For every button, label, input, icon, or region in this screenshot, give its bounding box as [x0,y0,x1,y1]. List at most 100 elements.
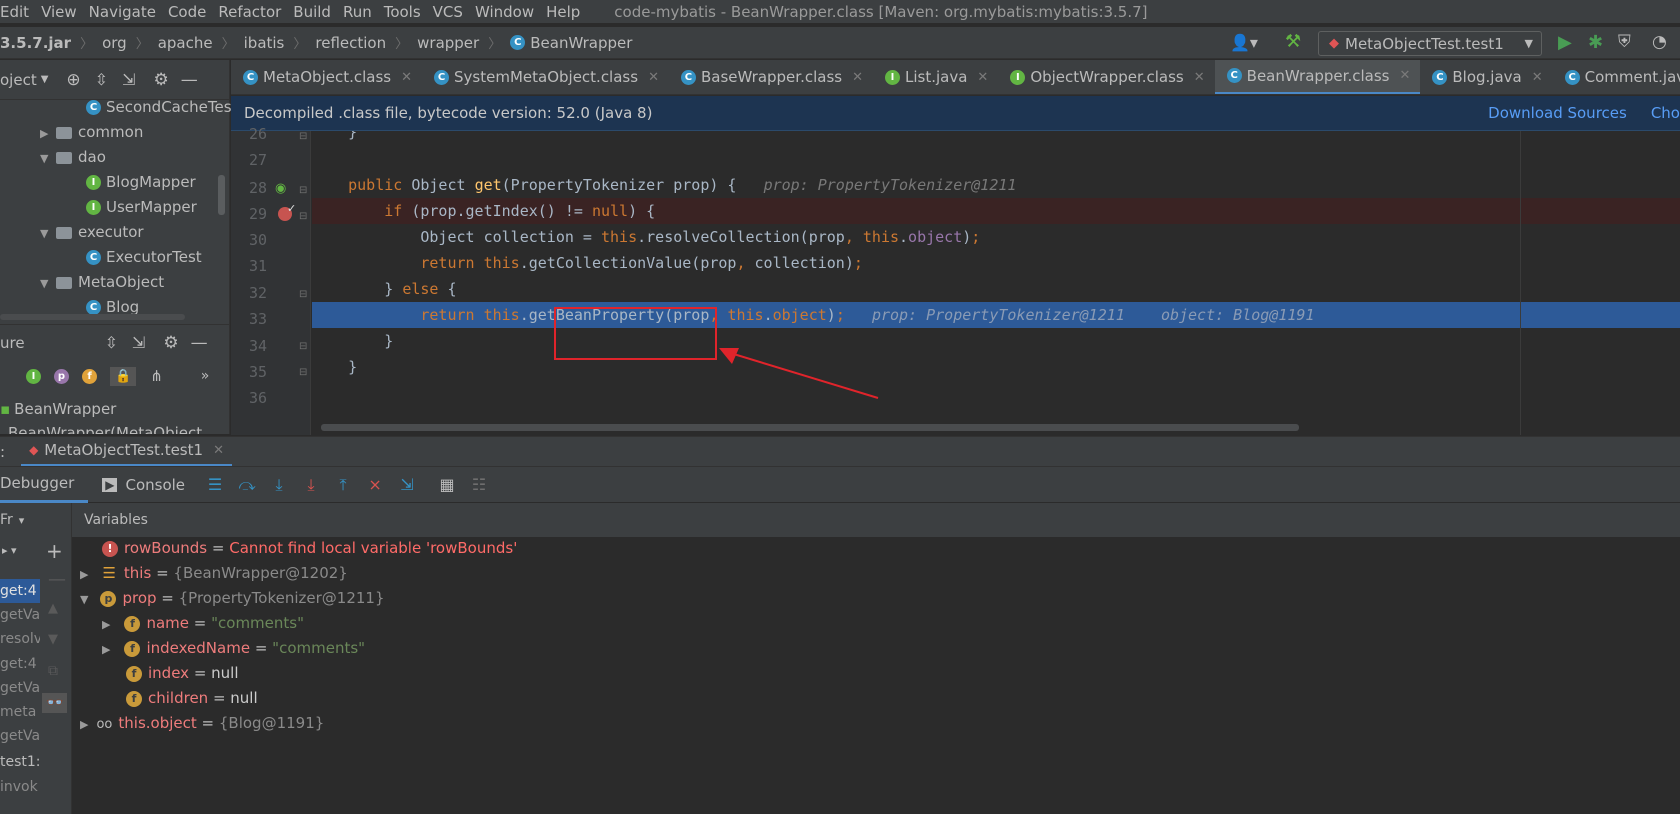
drop-frame-icon[interactable]: ⨯ [363,473,387,497]
profiler-icon[interactable]: ◔ [1652,32,1667,52]
trace-icon[interactable]: ☷ [467,473,491,497]
show-execution-point-icon[interactable]: ⤼ [235,473,259,497]
minimize-icon[interactable]: — [181,70,198,90]
fold-icon[interactable]: ⊟ [299,341,307,352]
properties-icon[interactable]: p [54,368,69,384]
variable-row[interactable]: ▼ p prop = {PropertyTokenizer@1211} [80,589,385,607]
download-sources-link[interactable]: Download Sources [1488,104,1627,122]
variable-row[interactable]: ▶ ☰ this = {BeanWrapper@1202} [80,564,348,582]
expand-all-icon[interactable]: ⇳ [95,70,108,89]
chevron-right-icon[interactable]: ▶ [102,643,110,656]
breadcrumb-org[interactable]: org [102,34,127,52]
step-into-icon[interactable]: ⤓ [299,473,323,497]
step-out-icon[interactable]: ⤒ [331,473,355,497]
frame-item[interactable]: getVa [0,724,40,748]
expand-all-icon[interactable]: ⇳ [105,333,118,352]
tree-item-executor[interactable]: ▼ executor [40,223,144,241]
chevron-down-icon[interactable]: ▼ [80,593,88,606]
tree-item-usermapper[interactable]: I UserMapper [86,198,197,216]
menu-run[interactable]: Run [343,3,372,21]
glasses-icon[interactable]: 👓 [42,693,68,713]
fold-icon[interactable]: ⊟ [299,367,307,378]
chevron-right-icon[interactable]: ▶ [80,568,88,581]
tab-metaobject-class[interactable]: C MetaObject.class ✕ [231,60,422,94]
menu-edit[interactable]: Edit [0,3,29,21]
fold-icon[interactable]: ⊟ [299,185,307,196]
chevron-right-icon[interactable]: ▶ [102,618,110,631]
tree-item-blogmapper[interactable]: I BlogMapper [86,173,196,191]
tree-item-common[interactable]: ▶ common [40,123,143,141]
menu-view[interactable]: View [41,3,77,21]
chevron-down-icon[interactable]: ▼ [41,74,49,85]
tab-beanwrapper-class[interactable]: C BeanWrapper.class ✕ [1214,60,1421,94]
variable-row[interactable]: f children = null [126,689,258,707]
debug-session-tab[interactable]: ◆ MetaObjectTest.test1 ✕ [21,437,232,467]
tab-basewrapper-class[interactable]: C BaseWrapper.class ✕ [669,60,873,94]
frame-item-selected[interactable]: get:4 [0,579,40,603]
menu-tools[interactable]: Tools [384,3,421,21]
project-scrollbar[interactable] [218,175,225,215]
close-icon[interactable]: ✕ [1399,68,1410,83]
run-icon[interactable]: ▶ [1558,32,1572,53]
project-hscrollbar[interactable] [0,314,185,320]
structure-item-constructor[interactable]: BeanWrapper(MetaObject [8,424,202,434]
breadcrumb-reflection[interactable]: reflection [315,34,386,52]
gear-icon[interactable]: ⚙ [153,70,168,90]
frame-item[interactable]: getVa [0,603,40,627]
fold-icon[interactable]: ⊟ [299,211,307,222]
breadcrumb-ibatis[interactable]: ibatis [244,34,285,52]
menu-help[interactable]: Help [546,3,580,21]
chevron-down-icon[interactable]: ▾ [19,514,25,527]
chevron-down-icon[interactable]: ▼ [40,152,56,165]
coverage-icon[interactable]: ⛨ [1618,32,1631,52]
chevron-right-icon[interactable]: ▶ [80,718,88,731]
tab-list-java[interactable]: I List.java ✕ [873,60,998,94]
thread-select[interactable]: ▸ ▾ [0,537,40,563]
breadcrumb-jar[interactable]: 3.5.7.jar [0,34,71,52]
run-to-cursor-icon[interactable]: ⇲ [395,473,419,497]
collapse-all-icon[interactable]: ⇲ [122,70,135,89]
frame-item[interactable]: test1: [0,750,40,774]
remove-watch-icon[interactable]: — [48,569,66,590]
add-watch-icon[interactable]: + [46,539,63,563]
close-icon[interactable]: ✕ [977,70,988,85]
frame-item[interactable]: resolv [0,627,40,651]
tree-item-secondcachetest[interactable]: C SecondCacheTes [86,98,232,116]
tab-debugger[interactable]: Debugger [0,467,89,503]
menu-window[interactable]: Window [475,3,534,21]
project-panel-title[interactable]: oject [0,71,37,89]
code-editor[interactable]: } public Object get(PropertyTokenizer pr… [312,131,1680,435]
variable-row[interactable]: ! rowBounds = Cannot find local variable … [102,539,517,557]
close-icon[interactable]: ✕ [1532,70,1543,85]
tab-objectwrapper-class[interactable]: I ObjectWrapper.class ✕ [998,60,1214,94]
variable-row[interactable]: ▶ f indexedName = "comments" [102,639,365,657]
variable-row[interactable]: ▶ oo this.object = {Blog@1191} [80,714,324,732]
move-down-icon[interactable]: ▼ [48,632,58,647]
inherited-icon[interactable]: I [26,368,41,384]
target-icon[interactable]: ⊕ [66,70,80,90]
frame-item[interactable]: meta [0,700,40,724]
evaluate-expression-icon[interactable]: ▦ [435,473,459,497]
minimize-icon[interactable]: — [191,333,208,353]
menu-build[interactable]: Build [293,3,331,21]
variable-row[interactable]: ▶ f name = "comments" [102,614,304,632]
tab-comment-java[interactable]: CComment.java✕ [1553,60,1680,94]
fold-icon[interactable]: ⊟ [299,131,307,142]
tab-console[interactable]: ▶ Console [102,476,185,494]
chevron-down-icon[interactable]: ▼ [40,227,56,240]
user-icon[interactable]: 👤▾ [1230,33,1258,52]
collapse-all-icon[interactable]: ⇲ [132,333,145,352]
choose-sources-link[interactable]: Cho [1651,104,1680,122]
close-icon[interactable]: ✕ [852,70,863,85]
close-icon[interactable]: ✕ [401,70,412,85]
frames-layout-icon[interactable]: ☰ [203,473,227,497]
breadcrumb-wrapper[interactable]: wrapper [417,34,479,52]
close-icon[interactable]: ✕ [648,70,659,85]
breadcrumb-beanwrapper[interactable]: BeanWrapper [530,34,632,52]
close-icon[interactable]: ✕ [1194,70,1205,85]
step-over-icon[interactable]: ⤓ [267,473,291,497]
frame-item[interactable]: getVa [0,676,40,700]
tab-blog-java[interactable]: C Blog.java ✕ [1420,60,1552,94]
variable-row[interactable]: f index = null [126,664,239,682]
lock-icon[interactable]: 🔒 [110,366,137,386]
